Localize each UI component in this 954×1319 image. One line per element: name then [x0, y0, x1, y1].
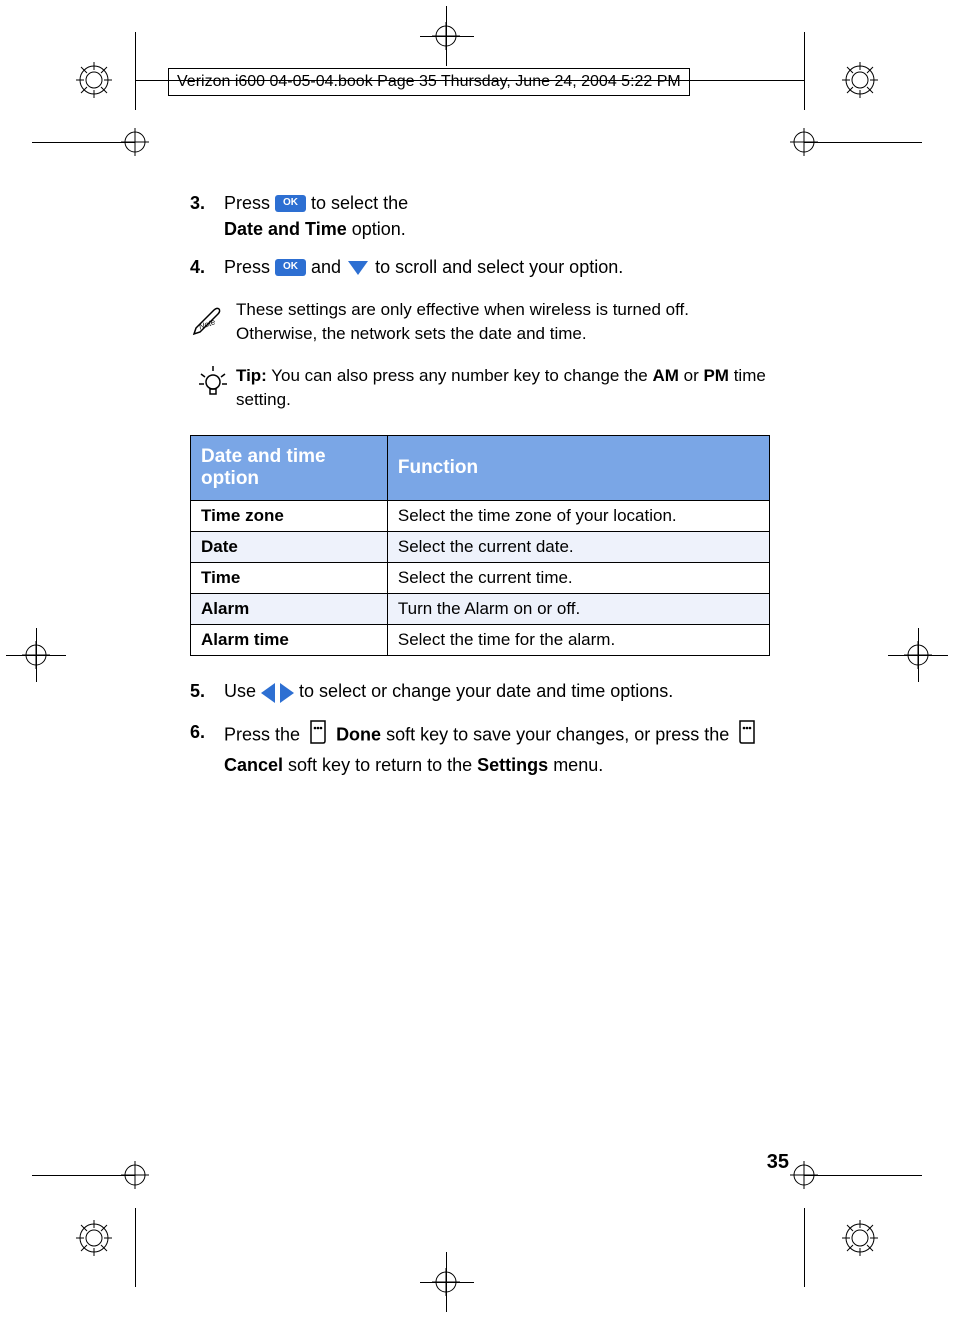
- table-row: Alarm Turn the Alarm on or off.: [191, 594, 770, 625]
- option-function: Turn the Alarm on or off.: [387, 594, 769, 625]
- crop-line: [804, 142, 922, 143]
- running-header: Verizon i600 04-05-04.book Page 35 Thurs…: [168, 68, 690, 96]
- option-name: Date and Time: [224, 219, 347, 239]
- option-name: Time: [191, 563, 388, 594]
- down-arrow-icon: [348, 261, 368, 275]
- option-name: Alarm: [191, 594, 388, 625]
- tip-icon: [190, 364, 236, 403]
- text: Use: [224, 681, 261, 701]
- ok-button-icon: OK: [275, 259, 306, 277]
- text: soft key to save your changes, or press …: [386, 724, 734, 744]
- option-function: Select the current date.: [387, 532, 769, 563]
- text: option.: [352, 219, 406, 239]
- note-icon: Note: [190, 298, 236, 343]
- table-row: Date Select the current date.: [191, 532, 770, 563]
- options-table: Date and time option Function Time zone …: [190, 435, 770, 656]
- step-number: 5.: [190, 678, 224, 704]
- table-header: Date and time option: [191, 436, 388, 501]
- text: and: [311, 257, 346, 277]
- step-6: 6. Press the Done soft key to save your …: [190, 719, 770, 778]
- left-softkey-icon: [307, 719, 329, 752]
- crop-line: [420, 1282, 474, 1283]
- left-arrow-icon: [261, 683, 275, 703]
- crop-line: [32, 142, 135, 143]
- crop-line: [804, 1208, 805, 1287]
- tip-block: Tip: You can also press any number key t…: [190, 364, 770, 412]
- step-body: Press OK and to scroll and select your o…: [224, 254, 770, 280]
- softkey-label: Done: [336, 724, 381, 744]
- text: to scroll and select your option.: [375, 257, 623, 277]
- crop-line: [135, 32, 136, 110]
- step-number: 4.: [190, 254, 224, 280]
- softkey-label: Cancel: [224, 755, 283, 775]
- step-number: 3.: [190, 190, 224, 216]
- right-arrow-icon: [280, 683, 294, 703]
- crop-line: [804, 1175, 922, 1176]
- text: Press: [224, 257, 275, 277]
- step-number: 6.: [190, 719, 224, 745]
- step-3: 3. Press OK to select the Date and Time …: [190, 190, 770, 242]
- table-row: Alarm time Select the time for the alarm…: [191, 625, 770, 656]
- step-body: Press the Done soft key to save your cha…: [224, 719, 770, 778]
- ok-button-icon: OK: [275, 195, 306, 213]
- step-body: Use to select or change your date and ti…: [224, 678, 770, 704]
- text: to select or change your date and time o…: [299, 681, 673, 701]
- crop-line: [804, 32, 805, 110]
- crop-line: [918, 628, 919, 682]
- step-body: Press OK to select the Date and Time opt…: [224, 190, 770, 242]
- text: AM: [652, 366, 678, 385]
- step-4: 4. Press OK and to scroll and select you…: [190, 254, 770, 280]
- option-name: Alarm time: [191, 625, 388, 656]
- note-block: Note These settings are only effective w…: [190, 298, 770, 346]
- option-function: Select the time zone of your location.: [387, 501, 769, 532]
- page-content: 3. Press OK to select the Date and Time …: [190, 190, 770, 790]
- text: soft key to return to the: [288, 755, 477, 775]
- right-softkey-icon: [736, 719, 758, 752]
- text: You can also press any number key to cha…: [267, 366, 653, 385]
- text: Press the: [224, 724, 305, 744]
- crop-line: [135, 1208, 136, 1287]
- option-name: Time zone: [191, 501, 388, 532]
- crop-line: [36, 628, 37, 682]
- text: PM: [703, 366, 729, 385]
- option-name: Date: [191, 532, 388, 563]
- table-header: Function: [387, 436, 769, 501]
- text: to select the: [311, 193, 408, 213]
- table-header-row: Date and time option Function: [191, 436, 770, 501]
- table-row: Time Select the current time.: [191, 563, 770, 594]
- option-function: Select the time for the alarm.: [387, 625, 769, 656]
- page-number: 35: [767, 1151, 789, 1174]
- step-5: 5. Use to select or change your date and…: [190, 678, 770, 704]
- note-text: These settings are only effective when w…: [236, 298, 770, 346]
- table-row: Time zone Select the time zone of your l…: [191, 501, 770, 532]
- option-function: Select the current time.: [387, 563, 769, 594]
- svg-text:Note: Note: [198, 317, 217, 331]
- menu-name: Settings: [477, 755, 548, 775]
- tip-label: Tip:: [236, 366, 267, 385]
- text: menu.: [553, 755, 603, 775]
- crop-line: [32, 1175, 135, 1176]
- text: or: [679, 366, 704, 385]
- tip-text: Tip: You can also press any number key t…: [236, 364, 770, 412]
- crop-line: [420, 36, 474, 37]
- text: Press: [224, 193, 275, 213]
